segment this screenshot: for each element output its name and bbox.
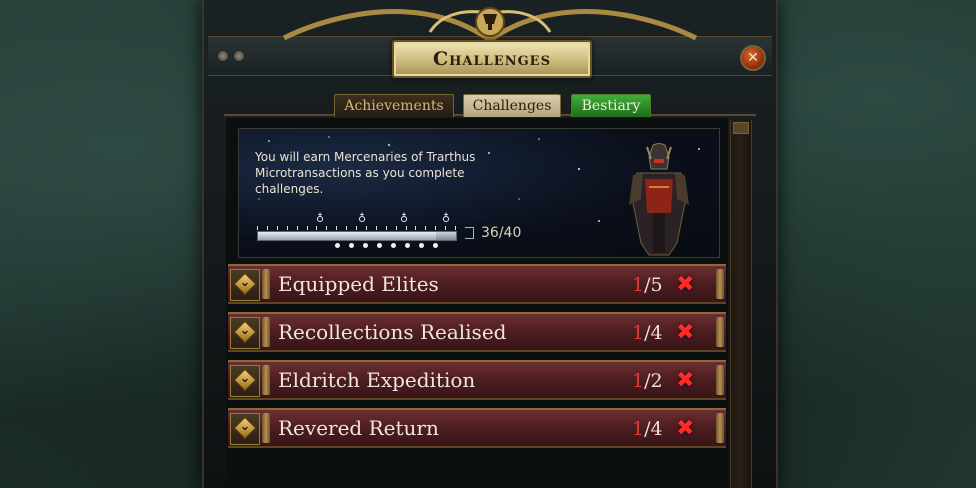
progress-tick — [316, 226, 318, 230]
row-ornament — [262, 317, 270, 347]
challenge-row-recollections-realised[interactable]: ⌄ Recollections Realised 1/4 ✖ — [228, 312, 726, 352]
challenge-name: Recollections Realised — [278, 320, 507, 344]
challenge-progress: 1/2 — [632, 370, 663, 392]
reward-pouch-icon: ♁ — [315, 212, 325, 225]
challenge-name: Revered Return — [278, 416, 439, 440]
challenge-expand-button[interactable]: ⌄ — [230, 365, 260, 397]
bolt-icon — [234, 51, 244, 61]
challenge-expand-button[interactable]: ⌄ — [230, 413, 260, 445]
challenge-row-equipped-elites[interactable]: ⌄ Equipped Elites 1/5 ✖ — [228, 264, 726, 304]
progress-tick — [405, 226, 407, 230]
progress-tick — [276, 226, 278, 230]
bolt-icon — [218, 51, 228, 61]
tab-bestiary[interactable]: Bestiary — [571, 94, 651, 117]
ornament-crest-icon — [282, 7, 698, 42]
close-button[interactable]: ✕ — [740, 45, 766, 71]
reward-description: You will earn Mercenaries of Trarthus Mi… — [255, 150, 476, 196]
incomplete-x-icon: ✖ — [676, 416, 695, 441]
challenge-name: Equipped Elites — [278, 272, 439, 296]
progress-tick — [455, 226, 456, 230]
progress-tick — [445, 226, 447, 230]
progress-tick — [296, 226, 298, 230]
progress-tick — [266, 226, 268, 230]
scrollbar-cap[interactable] — [733, 122, 749, 134]
row-ornament — [716, 269, 724, 299]
progress-tick — [326, 226, 328, 230]
row-ornament — [262, 269, 270, 299]
challenge-progress: 1/4 — [632, 322, 663, 344]
challenges-window: Challenges ✕ Achievements Challenges Bes… — [202, 0, 778, 488]
challenge-expand-button[interactable]: ⌄ — [230, 269, 260, 301]
reward-progress-bar — [257, 231, 457, 241]
milestone-dot — [419, 243, 424, 248]
chevron-down-icon: ⌄ — [239, 275, 251, 290]
progress-tick — [356, 226, 357, 230]
close-icon: ✕ — [747, 50, 759, 66]
progress-tick — [306, 226, 308, 230]
milestone-dot — [377, 243, 382, 248]
tab-challenges[interactable]: Challenges — [463, 94, 561, 117]
row-ornament — [262, 413, 270, 443]
challenge-progress: 1/4 — [632, 418, 663, 440]
progress-tick — [415, 226, 417, 230]
milestone-dot — [363, 243, 368, 248]
milestone-dot — [335, 243, 340, 248]
challenge-name: Eldritch Expedition — [278, 368, 476, 392]
scrollbar[interactable] — [730, 120, 752, 488]
reward-pouch-icon: ♁ — [399, 212, 409, 225]
challenge-row-eldritch-expedition[interactable]: ⌄ Eldritch Expedition 1/2 ✖ — [228, 360, 726, 400]
challenges-content: You will earn Mercenaries of Trarthus Mi… — [226, 118, 728, 488]
row-ornament — [716, 365, 724, 395]
tab-achievements[interactable]: Achievements — [334, 94, 454, 117]
progress-tick — [286, 226, 288, 230]
reward-pouch-icon: ♁ — [441, 212, 451, 225]
chevron-down-icon: ⌄ — [239, 419, 251, 434]
chevron-down-icon: ⌄ — [239, 371, 251, 386]
progress-tick — [365, 226, 367, 230]
milestone-dot — [405, 243, 410, 248]
progress-tick — [336, 226, 338, 230]
progress-tick — [425, 226, 427, 230]
challenge-row-revered-return[interactable]: ⌄ Revered Return 1/4 ✖ — [228, 408, 726, 448]
progress-tick — [375, 226, 377, 230]
row-ornament — [716, 317, 724, 347]
challenge-expand-button[interactable]: ⌄ — [230, 317, 260, 349]
milestone-dot — [391, 243, 396, 248]
progress-tick — [435, 226, 437, 230]
milestone-dot — [349, 243, 354, 248]
row-ornament — [262, 365, 270, 395]
chevron-down-icon: ⌄ — [239, 323, 251, 338]
reward-banner: You will earn Mercenaries of Trarthus Mi… — [238, 128, 720, 258]
milestone-dot — [433, 243, 438, 248]
incomplete-x-icon: ✖ — [676, 272, 695, 297]
progress-count: 36/40 — [481, 225, 522, 241]
incomplete-x-icon: ✖ — [676, 368, 695, 393]
knight-armour-preview — [629, 143, 689, 256]
progress-end-cap — [465, 227, 474, 239]
progress-tick — [385, 226, 387, 230]
reward-pouch-icon: ♁ — [357, 212, 367, 225]
challenge-progress: 1/5 — [632, 274, 663, 296]
reward-progress-fill — [258, 232, 437, 240]
window-title: Challenges — [392, 40, 592, 78]
progress-tick — [395, 226, 397, 230]
row-ornament — [716, 413, 724, 443]
progress-tick — [257, 226, 258, 230]
incomplete-x-icon: ✖ — [676, 320, 695, 345]
progress-tick — [346, 226, 348, 230]
